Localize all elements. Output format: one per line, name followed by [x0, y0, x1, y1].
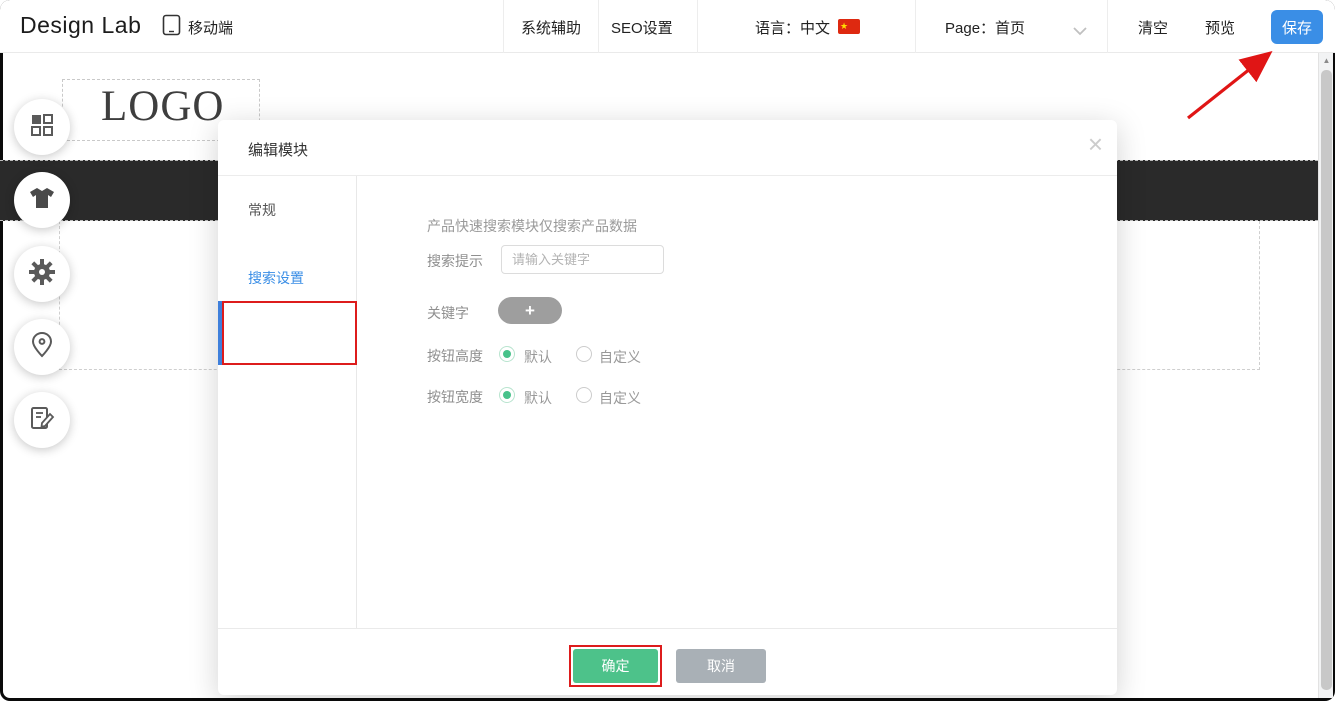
module-note-text: 产品快速搜索模块仅搜索产品数据	[427, 216, 637, 236]
edit-note-icon	[29, 405, 55, 436]
clear-button[interactable]: 清空	[1138, 17, 1168, 38]
plus-icon: +	[525, 301, 535, 320]
topbar-divider	[697, 0, 698, 53]
topbar-divider	[915, 0, 916, 53]
radio-width-default[interactable]	[499, 387, 515, 403]
radio-height-custom[interactable]	[576, 346, 592, 362]
design-lab-editor: Design Lab 移动端 系统辅助 SEO设置 语言：中文 ★ Page：首…	[0, 0, 1335, 701]
edit-module-dialog: 编辑模块 × 常规 搜索设置 产品快速搜索模块仅搜索产品数据 搜索提示 关键字 …	[218, 120, 1117, 695]
preview-button[interactable]: 预览	[1205, 17, 1235, 38]
cancel-button[interactable]: 取消	[676, 649, 766, 683]
active-tab-indicator	[218, 301, 223, 365]
sidebar-button-settings[interactable]	[14, 246, 70, 302]
menu-item-seo-settings[interactable]: SEO设置	[611, 17, 673, 38]
search-hint-input[interactable]	[501, 245, 664, 274]
topbar-divider	[503, 0, 504, 53]
search-hint-label: 搜索提示	[427, 251, 483, 271]
annotation-arrow	[1175, 48, 1285, 128]
topbar-divider	[1107, 0, 1108, 53]
radio-width-custom-label[interactable]: 自定义	[599, 388, 641, 408]
mobile-view-label: 移动端	[188, 17, 233, 38]
button-height-label: 按钮高度	[427, 346, 483, 366]
location-pin-icon	[30, 331, 54, 364]
logo-text: LOGO	[101, 82, 224, 131]
radio-height-custom-label[interactable]: 自定义	[599, 347, 641, 367]
dialog-header: 编辑模块 ×	[218, 120, 1117, 176]
tshirt-icon	[28, 186, 56, 215]
chevron-down-icon[interactable]	[1072, 23, 1088, 33]
annotation-box-tab	[222, 301, 357, 365]
close-icon[interactable]: ×	[1088, 131, 1103, 157]
china-flag-icon: ★	[838, 19, 860, 34]
radio-width-default-label[interactable]: 默认	[524, 388, 552, 408]
gear-icon	[28, 258, 56, 291]
sidebar-button-products[interactable]	[14, 172, 70, 228]
page-selector[interactable]: Page：首页	[945, 17, 1025, 38]
dialog-tab-panel: 常规 搜索设置	[218, 176, 357, 628]
sidebar-button-modules[interactable]	[14, 99, 70, 155]
add-keyword-button[interactable]: +	[498, 297, 562, 324]
blocks-icon	[29, 112, 55, 143]
brand-logo: Design Lab	[20, 12, 141, 39]
sidebar-button-edit[interactable]	[14, 392, 70, 448]
button-width-label: 按钮宽度	[427, 387, 483, 407]
radio-width-custom[interactable]	[576, 387, 592, 403]
tab-general[interactable]: 常规	[248, 200, 276, 220]
mobile-device-icon	[162, 14, 181, 41]
keywords-label: 关键字	[427, 303, 469, 323]
save-button[interactable]: 保存	[1271, 10, 1323, 44]
radio-height-default-label[interactable]: 默认	[524, 347, 552, 367]
confirm-button[interactable]: 确定	[573, 649, 658, 683]
topbar-divider	[598, 0, 599, 53]
mobile-view-switch[interactable]: 移动端	[162, 15, 233, 39]
page-scrollbar[interactable]: ▲	[1318, 53, 1333, 698]
dialog-title: 编辑模块	[248, 139, 308, 160]
dialog-footer: 确定 取消	[218, 628, 1117, 695]
sidebar-button-location[interactable]	[14, 319, 70, 375]
topbar: Design Lab 移动端 系统辅助 SEO设置 语言：中文 ★ Page：首…	[0, 0, 1335, 53]
scroll-up-arrow-icon[interactable]: ▲	[1319, 53, 1334, 69]
tab-search-settings[interactable]: 搜索设置	[248, 268, 304, 288]
menu-item-system-assist[interactable]: 系统辅助	[521, 17, 581, 38]
language-selector[interactable]: 语言：中文	[755, 17, 830, 38]
scrollbar-thumb[interactable]	[1321, 70, 1332, 690]
radio-height-default[interactable]	[499, 346, 515, 362]
